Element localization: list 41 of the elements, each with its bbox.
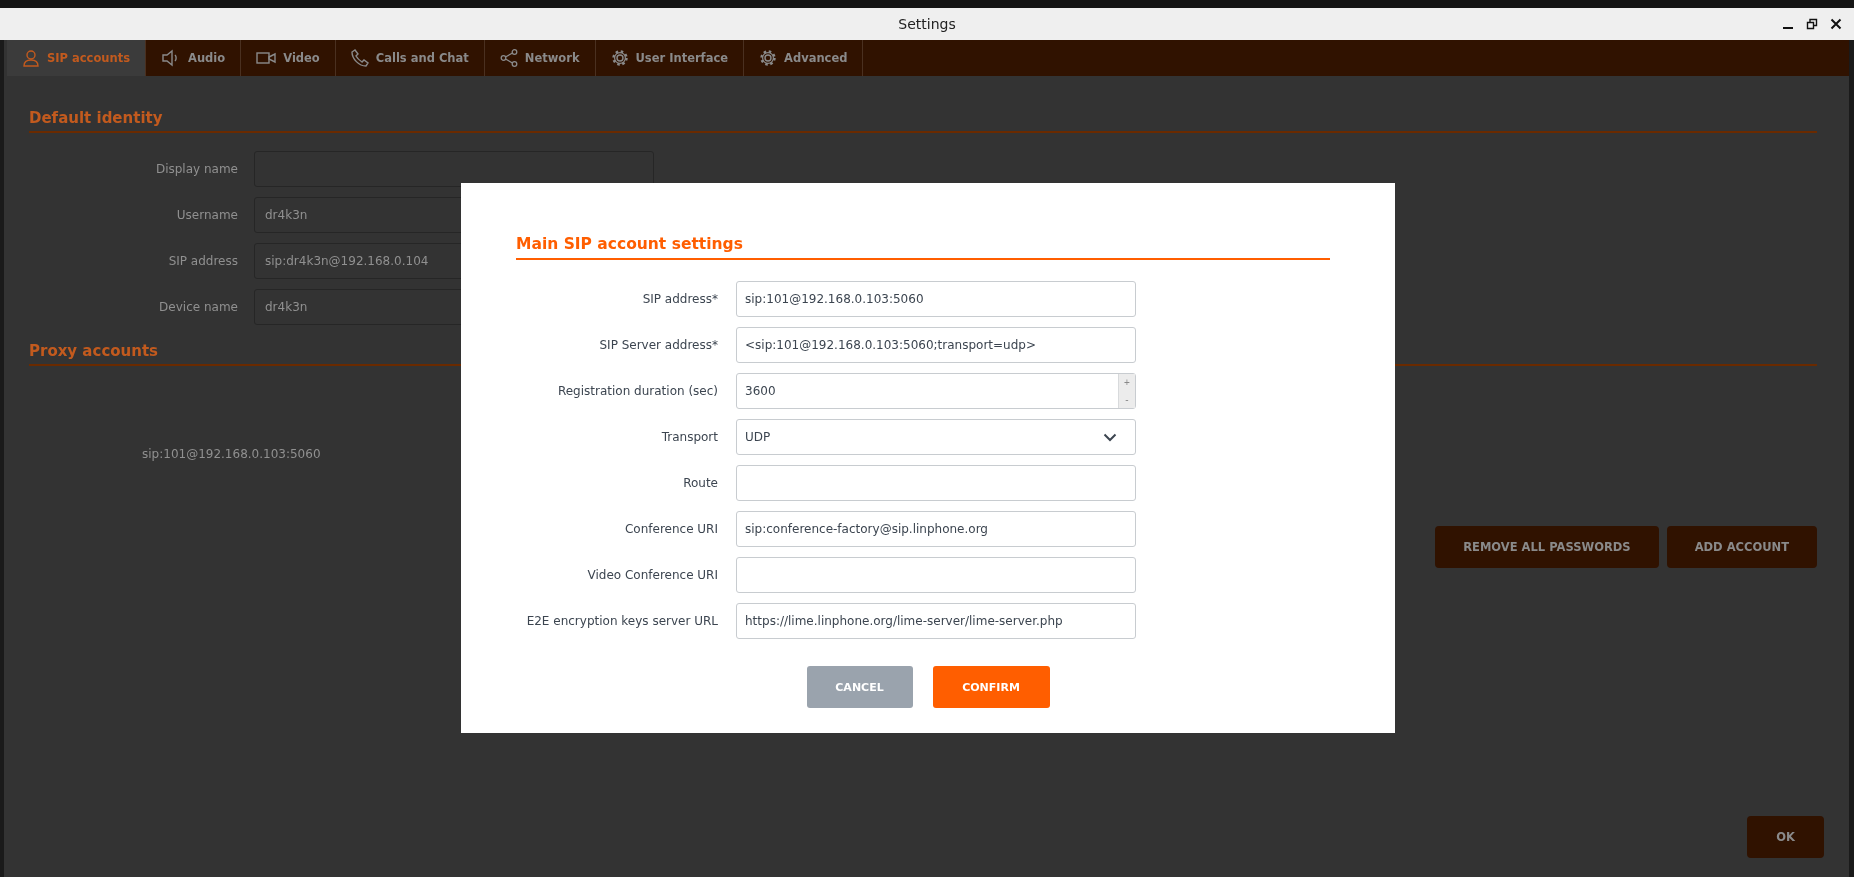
field-label: Route xyxy=(682,476,718,490)
action-button[interactable]: REMOVE ALL PASSWORDS xyxy=(1435,526,1659,568)
video-camera-icon xyxy=(256,50,277,66)
increment-button[interactable]: + xyxy=(1119,374,1135,391)
gear-icon xyxy=(610,49,629,67)
field-label: Transport xyxy=(660,430,718,444)
dropdown[interactable]: UDP xyxy=(736,419,1136,455)
field-label: SIP address xyxy=(167,254,238,268)
number-field[interactable]: 3600 + - xyxy=(736,373,1136,409)
person-icon xyxy=(22,49,40,67)
ok-button[interactable]: OK xyxy=(1747,816,1824,858)
field-label: Conference URI xyxy=(623,522,718,536)
restore-icon[interactable] xyxy=(1806,18,1818,30)
confirm-button[interactable]: CONFIRM xyxy=(932,666,1050,708)
field-label: Registration duration (sec) xyxy=(556,384,718,398)
settings-tab[interactable]: SIP accounts xyxy=(7,40,146,76)
field-label: Display name xyxy=(154,162,238,176)
input-field[interactable]: sip:conference-factory@sip.linphone.org xyxy=(736,511,1136,547)
field-label: Video Conference URI xyxy=(586,568,718,582)
section-heading: Default identity xyxy=(29,109,163,127)
field-label: SIP Server address* xyxy=(598,338,718,352)
close-icon[interactable] xyxy=(1830,18,1842,30)
dialog-heading: Main SIP account settings xyxy=(516,235,1330,260)
cancel-button[interactable]: CANCEL xyxy=(806,666,913,708)
field-value: 3600 xyxy=(745,384,776,398)
gear-icon xyxy=(759,49,777,67)
window-title: Settings xyxy=(898,16,956,32)
dropdown-value: UDP xyxy=(745,430,771,444)
account-address[interactable]: sip:101@192.168.0.103:5060 xyxy=(142,447,321,461)
phone-icon xyxy=(350,49,369,67)
chevron-down-icon xyxy=(1103,432,1117,442)
input-field[interactable]: <sip:101@192.168.0.103:5060;transport=udp> xyxy=(736,327,1136,363)
section-heading: Proxy accounts xyxy=(29,342,159,360)
action-button[interactable]: ADD ACCOUNT xyxy=(1666,526,1817,568)
input-field[interactable]: https://lime.linphone.org/lime-server/lime-server.php xyxy=(736,603,1136,639)
input-field[interactable]: sip:101@192.168.0.103:5060 xyxy=(736,281,1136,317)
share-icon xyxy=(499,49,518,67)
field-label: E2E encryption keys server URL xyxy=(525,614,718,628)
decrement-button[interactable]: - xyxy=(1119,391,1135,408)
field-label: Username xyxy=(175,208,238,222)
field-label: Device name xyxy=(158,300,238,314)
